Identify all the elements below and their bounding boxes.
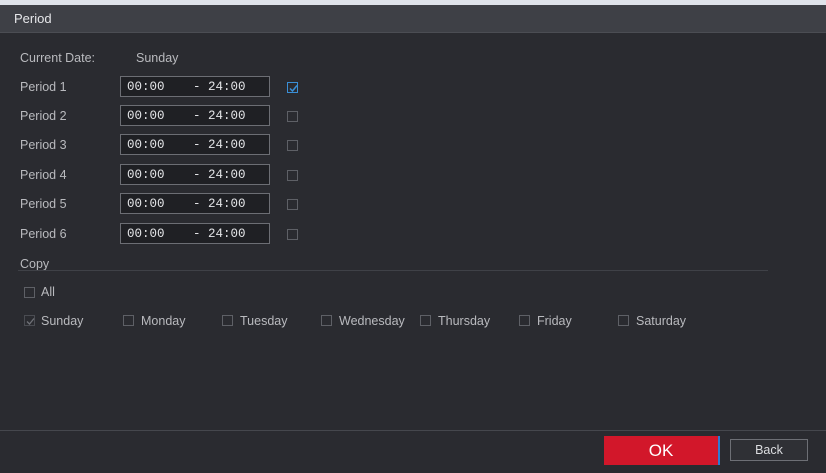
current-date-label: Current Date: <box>20 51 96 65</box>
period-2-label: Period 2 <box>20 109 67 123</box>
period-5-label: Period 5 <box>20 197 67 211</box>
period-6-time-input[interactable]: 00:00 - 24:00 <box>120 223 270 244</box>
period-3-end-time[interactable]: - 24:00 <box>193 138 246 152</box>
copy-wednesday-label[interactable]: Wednesday <box>339 314 405 328</box>
period-dialog: Period Current Date: Sunday Period 1 00:… <box>0 0 826 473</box>
copy-thursday-label[interactable]: Thursday <box>438 314 490 328</box>
period-2-start-time[interactable]: 00:00 <box>127 109 165 123</box>
period-3-time-input[interactable]: 00:00 - 24:00 <box>120 134 270 155</box>
period-4-end-time[interactable]: - 24:00 <box>193 168 246 182</box>
period-6-label: Period 6 <box>20 227 67 241</box>
period-3-start-time[interactable]: 00:00 <box>127 138 165 152</box>
period-3-label: Period 3 <box>20 138 67 152</box>
copy-monday-label[interactable]: Monday <box>141 314 185 328</box>
copy-saturday-checkbox[interactable] <box>618 315 629 326</box>
ok-button[interactable]: OK <box>604 436 720 465</box>
copy-divider <box>18 270 768 271</box>
period-6-start-time[interactable]: 00:00 <box>127 227 165 241</box>
copy-sunday-checkbox <box>24 315 35 326</box>
copy-wednesday-checkbox[interactable] <box>321 315 332 326</box>
copy-thursday-checkbox[interactable] <box>420 315 431 326</box>
period-4-start-time[interactable]: 00:00 <box>127 168 165 182</box>
period-3-enable-checkbox[interactable] <box>287 140 298 151</box>
dialog-title: Period <box>14 11 52 26</box>
period-6-enable-checkbox[interactable] <box>287 229 298 240</box>
period-5-time-input[interactable]: 00:00 - 24:00 <box>120 193 270 214</box>
period-1-label: Period 1 <box>20 80 67 94</box>
period-2-time-input[interactable]: 00:00 - 24:00 <box>120 105 270 126</box>
back-button[interactable]: Back <box>730 439 808 461</box>
period-6-end-time[interactable]: - 24:00 <box>193 227 246 241</box>
period-4-label: Period 4 <box>20 168 67 182</box>
period-1-enable-checkbox[interactable] <box>287 82 298 93</box>
copy-all-checkbox[interactable] <box>24 287 35 298</box>
period-5-enable-checkbox[interactable] <box>287 199 298 210</box>
checkmark-icon <box>289 85 298 93</box>
copy-saturday-label[interactable]: Saturday <box>636 314 686 328</box>
period-1-end-time[interactable]: - 24:00 <box>193 80 246 94</box>
period-4-enable-checkbox[interactable] <box>287 170 298 181</box>
period-2-enable-checkbox[interactable] <box>287 111 298 122</box>
copy-monday-checkbox[interactable] <box>123 315 134 326</box>
copy-friday-checkbox[interactable] <box>519 315 530 326</box>
copy-sunday-label: Sunday <box>41 314 84 328</box>
copy-friday-label[interactable]: Friday <box>537 314 572 328</box>
period-4-time-input[interactable]: 00:00 - 24:00 <box>120 164 270 185</box>
copy-tuesday-label[interactable]: Tuesday <box>240 314 287 328</box>
period-5-start-time[interactable]: 00:00 <box>127 197 165 211</box>
copy-all-label[interactable]: All <box>41 285 55 299</box>
period-1-start-time[interactable]: 00:00 <box>127 80 165 94</box>
checkmark-icon <box>26 318 35 325</box>
current-date-value: Sunday <box>136 51 179 65</box>
period-1-time-input[interactable]: 00:00 - 24:00 <box>120 76 270 97</box>
period-2-end-time[interactable]: - 24:00 <box>193 109 246 123</box>
dialog-titlebar: Period <box>0 5 826 33</box>
period-5-end-time[interactable]: - 24:00 <box>193 197 246 211</box>
copy-tuesday-checkbox[interactable] <box>222 315 233 326</box>
copy-section-label: Copy <box>20 257 50 271</box>
